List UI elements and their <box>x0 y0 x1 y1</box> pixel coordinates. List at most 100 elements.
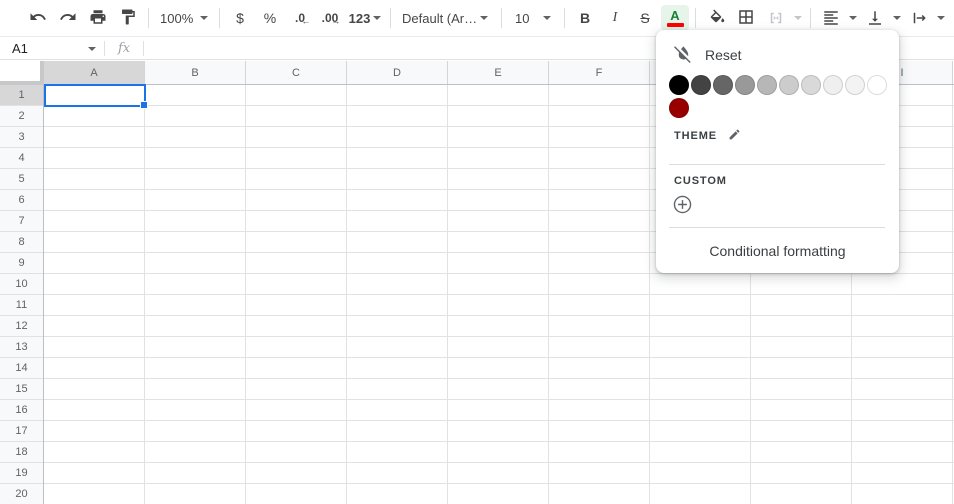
column-header[interactable]: F <box>549 61 650 84</box>
column-header[interactable]: A <box>44 61 145 84</box>
color-swatch[interactable] <box>801 75 821 95</box>
bold-button[interactable]: B <box>571 5 599 31</box>
redo-icon <box>59 8 77 29</box>
color-swatch[interactable] <box>735 75 755 95</box>
chevron-down-icon <box>893 16 901 20</box>
row-header[interactable]: 17 <box>0 421 43 442</box>
theme-label: THEME <box>674 130 717 142</box>
toolbar-divider <box>810 8 811 28</box>
percent-label: % <box>263 10 277 26</box>
text-rotation-icon <box>949 5 954 31</box>
toolbar-divider <box>695 8 696 28</box>
row-header[interactable]: 16 <box>0 400 43 421</box>
row-header[interactable]: 1 <box>0 85 43 106</box>
chevron-down-icon <box>543 16 551 20</box>
color-swatch[interactable] <box>823 75 843 95</box>
italic-button[interactable]: I <box>601 5 629 31</box>
color-swatch[interactable] <box>713 75 733 95</box>
select-all-corner[interactable] <box>0 61 44 85</box>
decrease-decimal-button[interactable]: .0 ← <box>286 5 314 31</box>
toolbar-divider <box>219 8 220 28</box>
color-swatch[interactable] <box>757 75 777 95</box>
text-rotation-button[interactable] <box>948 5 954 31</box>
row-header[interactable]: 20 <box>0 484 43 504</box>
chevron-down-icon <box>200 16 208 20</box>
font-name: Default (Ari… <box>402 10 478 26</box>
paint-format-button[interactable] <box>114 5 142 31</box>
fx-icon: fx <box>118 41 131 56</box>
edit-theme-pencil-icon[interactable] <box>728 128 741 144</box>
color-swatch[interactable] <box>867 75 887 95</box>
text-color-button[interactable]: A <box>661 5 689 31</box>
arrow-left-icon: ← <box>301 16 311 26</box>
zoom-value: 100% <box>160 10 194 26</box>
conditional-formatting-button[interactable]: Conditional formatting <box>656 228 899 273</box>
row-header[interactable]: 19 <box>0 463 43 484</box>
font-size-select[interactable]: 10 <box>507 5 559 31</box>
bold-label: B <box>579 10 591 26</box>
more-formats-label: 123 <box>348 10 371 26</box>
active-cell-selection <box>44 84 148 109</box>
text-color-picker: Reset THEME CUSTOM Conditional formattin… <box>656 30 899 273</box>
row-header[interactable]: 12 <box>0 316 43 337</box>
strikethrough-button[interactable]: S <box>631 5 659 31</box>
row-header[interactable]: 10 <box>0 274 43 295</box>
borders-icon <box>737 8 755 29</box>
column-header[interactable]: B <box>145 61 246 84</box>
chevron-down-icon <box>373 16 382 20</box>
column-header[interactable]: E <box>448 61 549 84</box>
custom-section-label: CUSTOM <box>656 175 899 187</box>
theme-colors <box>656 144 899 164</box>
row-header[interactable]: 9 <box>0 253 43 274</box>
print-button[interactable] <box>84 5 112 31</box>
vertical-align-button[interactable] <box>860 5 904 31</box>
format-percent-button[interactable]: % <box>256 5 284 31</box>
color-swatch[interactable] <box>669 75 689 95</box>
merge-cells-icon <box>762 5 790 31</box>
format-currency-button[interactable]: $ <box>226 5 254 31</box>
color-swatch[interactable] <box>691 75 711 95</box>
toolbar-divider <box>501 8 502 28</box>
row-header[interactable]: 13 <box>0 337 43 358</box>
chevron-down-icon <box>937 16 945 20</box>
row-header[interactable]: 4 <box>0 148 43 169</box>
row-header[interactable]: 18 <box>0 442 43 463</box>
toolbar-divider <box>390 8 391 28</box>
horizontal-align-button[interactable] <box>816 5 860 31</box>
font-select[interactable]: Default (Ari… <box>396 5 496 31</box>
font-size-value: 10 <box>515 10 530 26</box>
row-header[interactable]: 8 <box>0 232 43 253</box>
add-custom-color-button[interactable] <box>672 194 693 215</box>
chevron-down-icon <box>480 16 488 20</box>
undo-button[interactable] <box>24 5 52 31</box>
print-icon <box>89 8 107 29</box>
redo-button[interactable] <box>54 5 82 31</box>
row-header[interactable]: 2 <box>0 106 43 127</box>
italic-label: I <box>612 10 618 25</box>
borders-button[interactable] <box>732 5 760 31</box>
text-wrap-button[interactable] <box>904 5 948 31</box>
more-formats-button[interactable]: 123 <box>346 5 384 31</box>
row-header[interactable]: 15 <box>0 379 43 400</box>
increase-decimal-button[interactable]: .00 → <box>316 5 344 31</box>
row-header[interactable]: 11 <box>0 295 43 316</box>
text-color-label: A <box>670 8 680 23</box>
row-header[interactable]: 14 <box>0 358 43 379</box>
row-header[interactable]: 7 <box>0 211 43 232</box>
column-header[interactable]: D <box>347 61 448 84</box>
color-swatch[interactable] <box>845 75 865 95</box>
row-header[interactable]: 6 <box>0 190 43 211</box>
fill-color-button[interactable] <box>702 5 730 31</box>
column-header[interactable]: C <box>246 61 347 84</box>
custom-colors <box>656 187 899 227</box>
name-box[interactable]: A1 <box>0 38 104 59</box>
text-color-underline <box>666 23 684 27</box>
row-header[interactable]: 5 <box>0 169 43 190</box>
zoom-select[interactable]: 100% <box>154 5 214 31</box>
row-header[interactable]: 3 <box>0 127 43 148</box>
fill-handle[interactable] <box>140 101 148 109</box>
color-swatch[interactable] <box>669 98 689 118</box>
merge-cells-button[interactable] <box>761 5 805 31</box>
color-swatch[interactable] <box>779 75 799 95</box>
reset-color-button[interactable]: Reset <box>656 42 899 68</box>
